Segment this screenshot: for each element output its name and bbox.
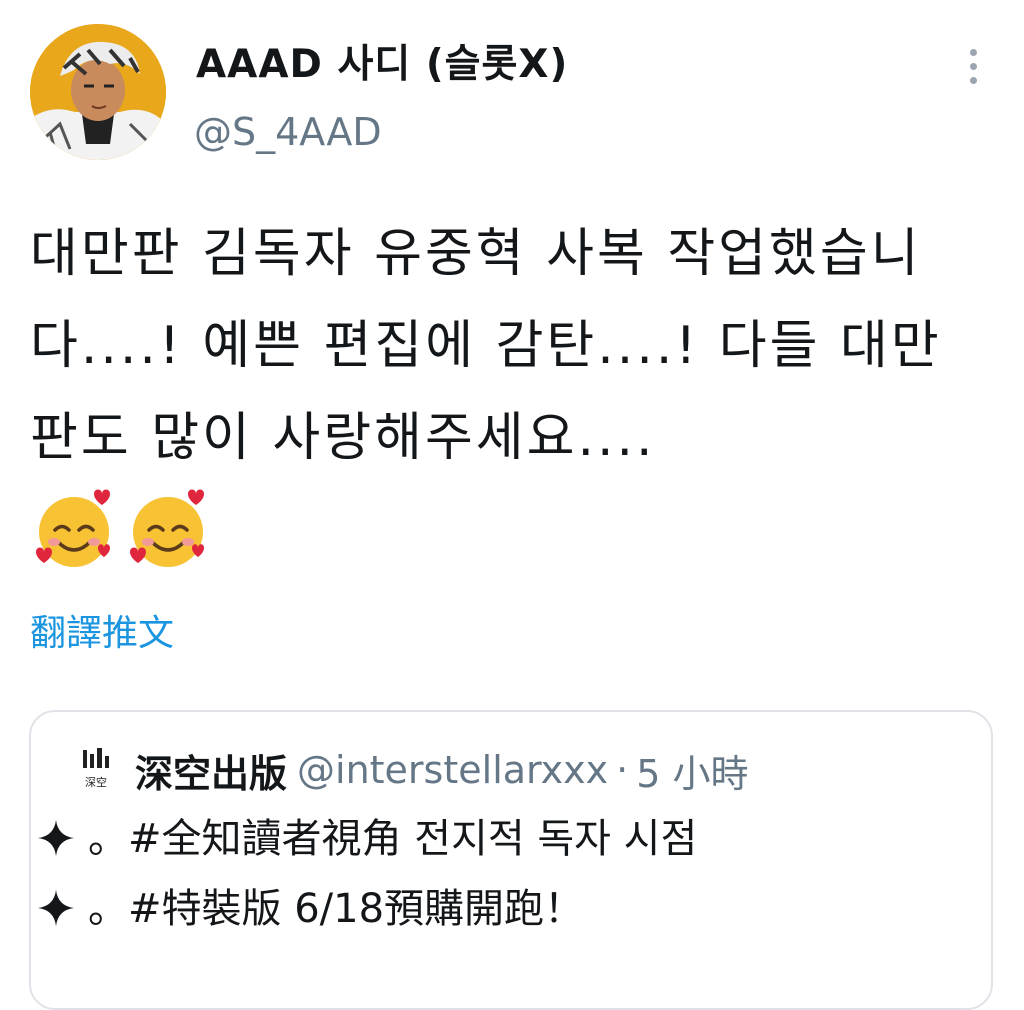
more-dot xyxy=(969,48,977,56)
translate-tweet-link[interactable]: 翻譯推文 xyxy=(30,610,174,658)
author-display-name[interactable]: AAAD 사디 (슬롯X) xyxy=(196,40,568,90)
sparkle-icon xyxy=(38,890,74,926)
quoted-text-line: 。#全知讀者視角 전지적 독자 시점 xyxy=(36,812,697,866)
quoted-tweet-header: 深空 深空出版 @interstellarxxx · 5 小時 xyxy=(79,742,748,798)
separator-dot: · xyxy=(616,748,629,792)
sparkle-icon xyxy=(38,820,74,856)
quoted-handle[interactable]: @interstellarxxx xyxy=(297,748,608,792)
quoted-line-text: 。#特裝版 6/18預購開跑！ xyxy=(88,886,585,932)
quoted-timestamp[interactable]: 5 小時 xyxy=(636,743,748,798)
quoted-line-text: 。#全知讀者視角 전지적 독자 시점 xyxy=(88,816,698,862)
publisher-logo-icon[interactable]: 深空 xyxy=(79,748,113,792)
more-dot xyxy=(969,76,977,84)
avatar-illustration xyxy=(30,24,166,160)
emoji-row xyxy=(32,488,210,572)
tweet-text: 대만판 김독자 유중혁 사복 작업했습니다....! 예쁜 편집에 감탄....… xyxy=(30,224,942,468)
author-handle[interactable]: @S_4AAD xyxy=(194,108,382,156)
more-dot xyxy=(969,62,977,70)
author-avatar[interactable] xyxy=(30,24,166,160)
smiling-face-with-hearts-icon xyxy=(130,489,204,567)
publisher-logo-text: 深空 xyxy=(85,775,107,789)
more-options-icon[interactable] xyxy=(958,44,988,88)
quoted-display-name[interactable]: 深空出版 xyxy=(135,743,287,798)
quoted-text-line: 。#特裝版 6/18預購開跑！ xyxy=(36,882,584,936)
smiling-face-with-hearts-icon xyxy=(36,489,110,567)
